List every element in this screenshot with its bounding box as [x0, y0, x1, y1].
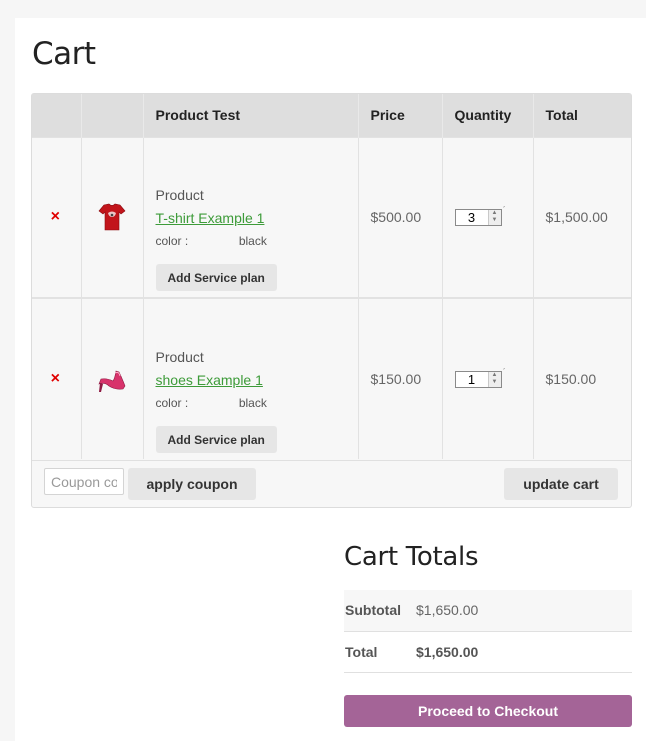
chevron-down-icon[interactable]: ▼: [489, 217, 501, 224]
remove-item-icon[interactable]: ×: [42, 370, 69, 388]
resize-handle-icon: ˊ: [502, 204, 506, 215]
quantity-stepper[interactable]: 3 ▲ ▼: [454, 208, 502, 226]
cart-table: Product Test Price Quantity Total × Prod…: [32, 94, 631, 459]
spinner-arrows[interactable]: ▲ ▼: [487, 209, 501, 225]
remove-cell: ×: [32, 136, 82, 298]
product-label: Product: [155, 348, 204, 365]
product-variation: color : black: [156, 396, 346, 410]
header-product: Product Test: [143, 94, 359, 137]
add-service-plan-button[interactable]: Add Service plan: [155, 264, 277, 291]
cart-actions: apply coupon update cart: [32, 460, 631, 508]
subtotal-label: Subtotal: [344, 590, 416, 631]
product-variation: color : black: [156, 234, 346, 248]
quantity-stepper[interactable]: 1 ▲ ▼: [454, 370, 502, 388]
thumbnail-cell: [81, 136, 144, 298]
order-total-row: Total $1,650.00: [344, 630, 632, 673]
page-title: Cart: [32, 36, 96, 72]
header-remove: [32, 94, 82, 137]
page-container: Cart Product Test Price Quantity Total ×…: [15, 18, 646, 741]
quantity-cell: 3 ▲ ▼ ˊ: [442, 136, 534, 298]
subtotal-value: $1,650.00: [416, 590, 632, 631]
cart-item-row: × Product shoes Example 1 color : black …: [32, 297, 631, 459]
total-value: $1,650.00: [416, 630, 632, 673]
chevron-up-icon[interactable]: ▲: [489, 372, 501, 379]
quantity-cell: 1 ▲ ▼ ˊ: [442, 297, 534, 459]
variation-value: black: [238, 395, 267, 410]
cart-totals: Cart Totals Subtotal $1,650.00 Total $1,…: [344, 542, 632, 727]
cart-totals-title: Cart Totals: [344, 542, 479, 572]
variation-value: black: [238, 233, 267, 248]
coupon-code-input[interactable]: [44, 468, 124, 495]
cart-item-row: × Product T-shirt Example 1 color: blac…: [32, 136, 631, 298]
total-cell: $1,500.00: [533, 136, 631, 298]
remove-cell: ×: [32, 297, 82, 459]
variation-key: color :: [155, 395, 189, 410]
total-cell: $150.00: [533, 297, 631, 459]
chevron-down-icon[interactable]: ▼: [489, 379, 501, 386]
product-link[interactable]: T-shirt Example 1: [156, 210, 265, 226]
quantity-value[interactable]: 3: [456, 210, 488, 225]
chevron-up-icon[interactable]: ▲: [489, 210, 501, 217]
thumbnail-cell: [81, 297, 144, 459]
quantity-value[interactable]: 1: [456, 372, 488, 387]
total-label: Total: [344, 630, 416, 673]
header-total: Total: [533, 94, 631, 137]
variation-key: color :: [155, 233, 189, 248]
resize-handle-icon: ˊ: [502, 366, 506, 377]
product-label: Product: [155, 186, 204, 203]
header-price: Price: [358, 94, 443, 137]
subtotal-row: Subtotal $1,650.00: [344, 590, 632, 631]
apply-coupon-button[interactable]: apply coupon: [128, 468, 256, 500]
spinner-arrows[interactable]: ▲ ▼: [487, 371, 501, 387]
add-service-plan-button[interactable]: Add Service plan: [155, 426, 277, 453]
product-link[interactable]: shoes Example 1: [156, 372, 263, 388]
totals-table: Subtotal $1,650.00 Total $1,650.00: [344, 590, 632, 673]
price-cell: $500.00: [358, 136, 443, 298]
red-tshirt-icon[interactable]: [95, 200, 129, 234]
high-heel-shoe-icon[interactable]: [95, 362, 129, 396]
product-cell: Product shoes Example 1 color : black Ad…: [143, 297, 359, 459]
remove-item-icon[interactable]: ×: [42, 208, 69, 226]
proceed-to-checkout-button[interactable]: Proceed to Checkout: [344, 694, 632, 727]
product-cell: Product T-shirt Example 1 color : black …: [143, 136, 359, 298]
cart-form: Product Test Price Quantity Total × Prod…: [31, 93, 632, 508]
header-thumbnail: [81, 94, 144, 137]
header-quantity: Quantity: [442, 94, 534, 137]
cart-header-row: Product Test Price Quantity Total: [32, 94, 631, 137]
price-cell: $150.00: [358, 297, 443, 459]
update-cart-button[interactable]: update cart: [504, 468, 618, 500]
